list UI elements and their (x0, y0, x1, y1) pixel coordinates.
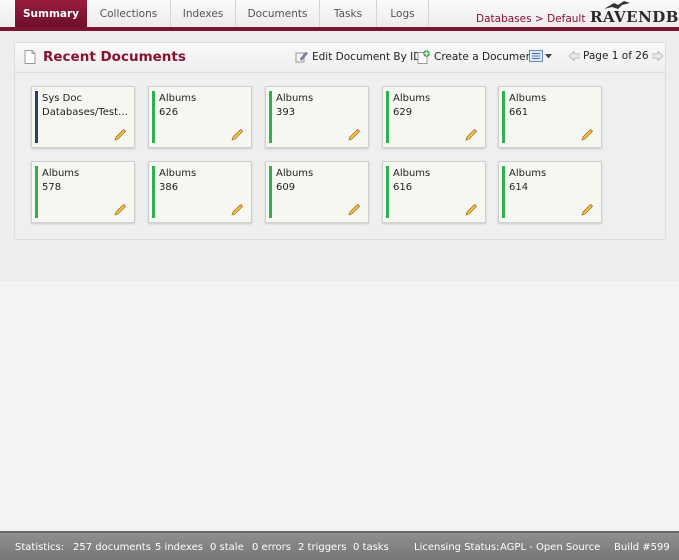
edit-document-by-id-button[interactable]: Edit Document By ID (295, 50, 421, 63)
tab-documents[interactable]: Documents (236, 0, 320, 27)
tab-summary[interactable]: Summary (15, 0, 87, 27)
raven-bird-icon (604, 1, 630, 9)
licensing-status: AGPL - Open Source (500, 542, 601, 553)
albums-document-stripe (386, 91, 389, 143)
document-collection: Albums (393, 168, 431, 179)
document-collection: Albums (509, 93, 547, 104)
document-collection: Albums (276, 168, 314, 179)
albums-document-stripe (269, 91, 272, 143)
document-collection: Albums (393, 93, 431, 104)
document-id: 661 (509, 107, 529, 118)
document-card[interactable]: Albums 616 (382, 161, 486, 223)
document-card[interactable]: Albums 386 (148, 161, 252, 223)
document-card[interactable]: Albums 629 (382, 86, 486, 148)
triggers-count: 2 triggers (298, 542, 347, 553)
documents-count[interactable]: 257 documents (73, 542, 151, 553)
document-id: 626 (159, 107, 179, 118)
document-collection: Sys Doc (42, 93, 82, 104)
albums-document-stripe (35, 166, 38, 218)
edit-pencil-icon[interactable] (114, 203, 127, 216)
albums-document-stripe (386, 166, 389, 218)
page-indicator: Page 1 of 26 (583, 50, 649, 62)
build-number: Build #599 (614, 542, 670, 553)
document-id: Databases/Test… (42, 107, 128, 118)
statistics-label: Statistics: (15, 542, 65, 553)
edit-pencil-icon[interactable] (231, 203, 244, 216)
edit-pencil-icon[interactable] (231, 128, 244, 141)
albums-document-stripe (152, 91, 155, 143)
breadcrumb-separator: > (534, 13, 544, 25)
chevron-down-icon (545, 53, 552, 58)
main-tabs: Summary Collections Indexes Documents Ta… (15, 0, 429, 27)
document-id: 629 (393, 107, 413, 118)
edit-document-icon (295, 51, 308, 63)
albums-document-stripe (269, 166, 272, 218)
recent-documents-panel: Recent Documents Edit Document By ID Cre… (14, 42, 666, 240)
albums-document-stripe (502, 91, 505, 143)
edit-pencil-icon[interactable] (465, 128, 478, 141)
document-card[interactable]: Albums 609 (265, 161, 369, 223)
document-id: 609 (276, 182, 296, 193)
albums-document-stripe (152, 166, 155, 218)
panel-title: Recent Documents (43, 49, 186, 65)
document-collection: Albums (159, 168, 197, 179)
empty-content-area (0, 281, 679, 531)
status-bar: Statistics: 257 documents 5 indexes 0 st… (0, 531, 679, 560)
document-collection: Albums (42, 168, 80, 179)
document-id: 386 (159, 182, 179, 193)
list-view-icon (529, 50, 543, 62)
document-id: 614 (509, 182, 529, 193)
edit-pencil-icon[interactable] (465, 203, 478, 216)
stale-count: 0 stale (210, 542, 244, 553)
document-card[interactable]: Sys Doc Databases/Test… (31, 86, 135, 148)
document-card[interactable]: Albums 393 (265, 86, 369, 148)
edit-pencil-icon[interactable] (114, 128, 127, 141)
document-card[interactable]: Albums 661 (498, 86, 602, 148)
edit-document-by-id-label: Edit Document By ID (312, 50, 422, 63)
breadcrumb: Databases > Default (476, 13, 585, 25)
tasks-count: 0 tasks (353, 542, 389, 553)
breadcrumb-databases-link[interactable]: Databases (476, 13, 532, 25)
breadcrumb-current-database[interactable]: Default (547, 13, 585, 25)
create-document-label: Create a Document (434, 51, 537, 63)
document-card[interactable]: Albums 626 (148, 86, 252, 148)
top-navigation-bar: Summary Collections Indexes Documents Ta… (0, 0, 679, 32)
tab-logs[interactable]: Logs (377, 0, 429, 27)
albums-document-stripe (502, 166, 505, 218)
tab-indexes[interactable]: Indexes (171, 0, 236, 27)
document-collection: Albums (159, 93, 197, 104)
document-collection: Albums (276, 93, 314, 104)
tab-tasks[interactable]: Tasks (320, 0, 377, 27)
document-collection: Albums (509, 168, 547, 179)
panel-header: Recent Documents Edit Document By ID Cre… (15, 43, 665, 73)
edit-pencil-icon[interactable] (348, 128, 361, 141)
system-document-stripe (35, 91, 38, 143)
pager: Page 1 of 26 (568, 50, 664, 62)
document-id: 393 (276, 107, 296, 118)
create-document-button[interactable]: Create a Document (417, 50, 536, 64)
new-document-icon (417, 50, 430, 64)
main-content: Recent Documents Edit Document By ID Cre… (0, 31, 679, 281)
edit-pencil-icon[interactable] (581, 203, 594, 216)
document-id: 578 (42, 182, 62, 193)
previous-page-arrow-icon[interactable] (568, 50, 580, 62)
edit-pencil-icon[interactable] (581, 128, 594, 141)
licensing-label: Licensing Status: (414, 542, 500, 553)
tab-collections[interactable]: Collections (87, 0, 171, 27)
document-card[interactable]: Albums 614 (498, 161, 602, 223)
edit-pencil-icon[interactable] (348, 203, 361, 216)
document-icon (24, 50, 36, 64)
view-options-dropdown[interactable] (529, 50, 552, 62)
next-page-arrow-icon[interactable] (652, 50, 664, 62)
document-id: 616 (393, 182, 413, 193)
indexes-count[interactable]: 5 indexes (155, 542, 203, 553)
document-card[interactable]: Albums 578 (31, 161, 135, 223)
errors-count[interactable]: 0 errors (252, 542, 291, 553)
ravendb-logo: RAVENDB (590, 1, 679, 26)
